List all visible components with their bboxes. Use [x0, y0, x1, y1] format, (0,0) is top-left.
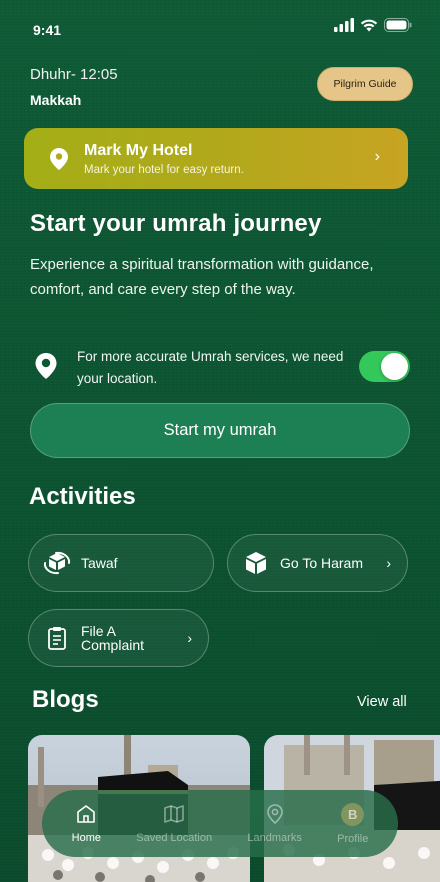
- city-name: Makkah: [30, 92, 82, 108]
- bottom-nav: Home Saved Location Landmarks B Profile: [42, 790, 398, 857]
- toggle-knob: [381, 353, 408, 380]
- chevron-right-icon: ›: [187, 630, 192, 646]
- blogs-title: Blogs: [32, 686, 99, 713]
- view-all-link[interactable]: View all: [357, 694, 407, 710]
- clipboard-icon: [48, 627, 66, 650]
- battery-icon: [384, 18, 412, 32]
- location-icon: [35, 353, 57, 379]
- nav-profile[interactable]: B Profile: [337, 802, 369, 845]
- activities-title: Activities: [29, 483, 136, 510]
- hero-description: Experience a spiritual transformation wi…: [30, 256, 374, 298]
- mark-hotel-subtitle: Mark your hotel for easy return.: [84, 163, 244, 176]
- kaaba-icon: [246, 552, 266, 574]
- tawaf-icon: [43, 551, 71, 575]
- mark-hotel-title: Mark My Hotel: [84, 141, 193, 159]
- landmark-pin-icon: [266, 804, 283, 825]
- mark-hotel-card[interactable]: Mark My Hotel Mark your hotel for easy r…: [24, 128, 408, 189]
- prayer-time: Dhuhr- 12:05: [30, 66, 118, 83]
- activity-tawaf[interactable]: Tawaf: [28, 534, 214, 592]
- nav-saved-location[interactable]: Saved Location: [136, 803, 212, 844]
- nav-landmarks[interactable]: Landmarks: [247, 803, 302, 844]
- location-pin-icon: [50, 147, 68, 170]
- chevron-right-icon: ›: [386, 555, 391, 571]
- hero-title: Start your umrah journey: [30, 210, 322, 237]
- status-icons: [334, 18, 412, 32]
- wifi-icon: [360, 19, 378, 32]
- activity-go-to-haram[interactable]: Go To Haram ›: [227, 534, 408, 592]
- nav-home[interactable]: Home: [72, 803, 101, 844]
- avatar: B: [341, 802, 365, 826]
- pilgrim-guide-button[interactable]: Pilgrim Guide: [317, 67, 413, 101]
- start-umrah-button[interactable]: Start my umrah: [30, 403, 410, 458]
- nav-label: Home: [71, 832, 101, 844]
- chevron-right-icon: ›: [374, 148, 380, 165]
- map-icon: [164, 805, 185, 823]
- nav-label: Profile: [337, 832, 369, 845]
- activity-label: File A Complaint: [81, 623, 145, 653]
- location-toggle[interactable]: [359, 351, 410, 382]
- activity-file-complaint[interactable]: File A Complaint ›: [28, 609, 209, 667]
- status-time: 9:41: [33, 22, 62, 38]
- activity-label: Tawaf: [81, 555, 118, 571]
- nav-label: Landmarks: [247, 832, 302, 844]
- nav-label: Saved Location: [136, 832, 213, 844]
- signal-icon: [334, 18, 354, 32]
- location-permission-text: For more accurate Umrah services, we nee…: [77, 349, 344, 386]
- activity-label: Go To Haram: [280, 555, 363, 571]
- home-icon: [77, 805, 96, 823]
